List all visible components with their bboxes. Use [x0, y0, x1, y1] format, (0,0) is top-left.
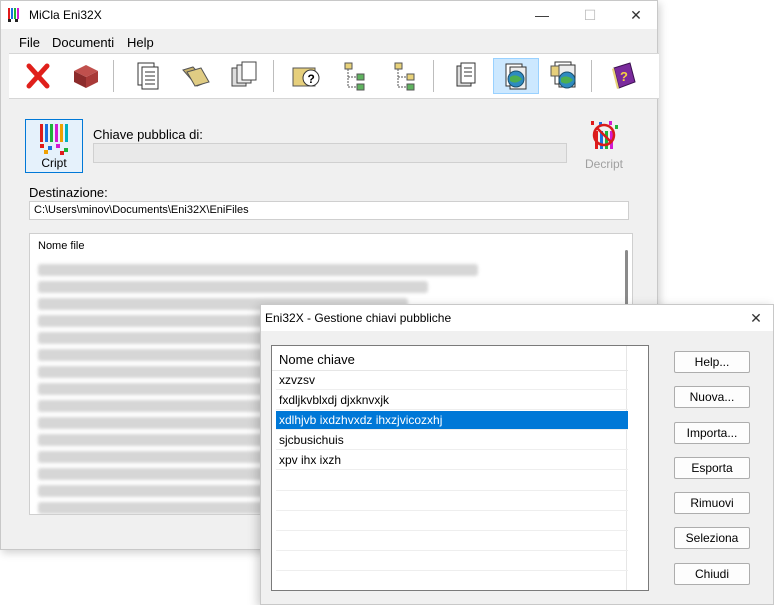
- tree-branch-icon[interactable]: [337, 58, 375, 94]
- help-folder-icon[interactable]: ?: [287, 58, 325, 94]
- file-row-blurred[interactable]: [38, 264, 478, 276]
- key-list-header[interactable]: Nome chiave: [272, 346, 628, 371]
- rimuovi-button[interactable]: Rimuovi: [674, 492, 750, 514]
- file-row-blurred[interactable]: [38, 417, 268, 429]
- title-bar[interactable]: MiCla Eni32X — ☐ ✕: [1, 1, 657, 29]
- svg-text:?: ?: [620, 69, 628, 84]
- file-row-blurred[interactable]: [38, 434, 268, 446]
- dialog-title: Eni32X - Gestione chiavi pubbliche: [265, 311, 452, 325]
- minimize-button[interactable]: —: [519, 1, 565, 29]
- file-row-blurred[interactable]: [38, 383, 268, 395]
- document-stack-icon[interactable]: [447, 58, 485, 94]
- key-list[interactable]: Nome chiave xzvzsv fxdljkvblxdj djxknvxj…: [271, 345, 649, 591]
- key-row-selected[interactable]: xdlhjvb ixdzhvxdz ihxzjvicozxhj: [276, 411, 628, 430]
- file-row-blurred[interactable]: [38, 468, 268, 480]
- empty-row-line: [276, 490, 628, 491]
- key-row[interactable]: sjcbusichuis: [276, 431, 628, 450]
- destinazione-field[interactable]: C:\Users\minov\Documents\Eni32X\EniFiles: [29, 201, 629, 220]
- file-row-blurred[interactable]: [38, 485, 268, 497]
- help-book-icon[interactable]: ?: [605, 58, 643, 94]
- menu-help[interactable]: Help: [127, 35, 154, 50]
- seleziona-button[interactable]: Seleziona: [674, 527, 750, 549]
- key-name: fxdljkvblxdj djxknvxjk: [279, 393, 390, 407]
- globe-documents-icon[interactable]: [545, 58, 583, 94]
- dialog-close-button[interactable]: ✕: [741, 305, 771, 331]
- menu-file[interactable]: File: [19, 35, 40, 50]
- destinazione-label: Destinazione:: [29, 185, 108, 200]
- empty-row-line: [276, 510, 628, 511]
- file-list-header: Nome file: [38, 240, 85, 252]
- esporta-button[interactable]: Esporta: [674, 457, 750, 479]
- key-list-header-label: Nome chiave: [279, 352, 355, 367]
- key-name: xdlhjvb ixdzhvxdz ihxzjvicozxhj: [279, 413, 443, 427]
- cript-label: Cript: [41, 156, 67, 170]
- decript-label: Decript: [584, 157, 623, 171]
- documents-list-icon[interactable]: [129, 58, 167, 94]
- package-icon[interactable]: [67, 58, 105, 94]
- key-row[interactable]: xzvzsv: [276, 371, 628, 390]
- key-name: xpv ihx ixzh: [279, 453, 342, 467]
- open-folder-icon[interactable]: [177, 58, 215, 94]
- menu-documenti[interactable]: Documenti: [52, 35, 114, 50]
- file-row-blurred[interactable]: [38, 315, 268, 327]
- gestione-chiavi-dialog: Eni32X - Gestione chiavi pubbliche ✕ Nom…: [260, 304, 774, 605]
- toolbar: ? ?: [9, 53, 659, 99]
- empty-row-line: [276, 550, 628, 551]
- cript-button[interactable]: Cript: [25, 119, 83, 173]
- file-row-blurred[interactable]: [38, 502, 268, 514]
- key-name: sjcbusichuis: [279, 433, 344, 447]
- file-row-blurred[interactable]: [38, 366, 268, 378]
- file-row-blurred[interactable]: [38, 281, 428, 293]
- menu-bar: File Documenti Help: [9, 31, 655, 53]
- chiave-pubblica-label: Chiave pubblica di:: [93, 127, 203, 142]
- dialog-title-bar[interactable]: Eni32X - Gestione chiavi pubbliche ✕: [261, 305, 773, 331]
- empty-row-line: [276, 530, 628, 531]
- file-row-blurred[interactable]: [38, 349, 268, 361]
- tree-branch-2-icon[interactable]: [387, 58, 425, 94]
- maximize-button[interactable]: ☐: [567, 1, 613, 29]
- delete-icon[interactable]: [19, 58, 57, 94]
- close-button[interactable]: ✕: [613, 1, 659, 29]
- decript-icon: [591, 121, 618, 149]
- copy-documents-icon[interactable]: [225, 58, 263, 94]
- globe-document-icon[interactable]: [493, 58, 539, 94]
- file-row-blurred[interactable]: [38, 451, 268, 463]
- decript-button[interactable]: Decript: [575, 119, 633, 173]
- app-icon: [8, 8, 19, 22]
- window-title: MiCla Eni32X: [29, 8, 102, 22]
- help-button[interactable]: Help...: [674, 351, 750, 373]
- importa-button[interactable]: Importa...: [674, 422, 750, 444]
- file-row-blurred[interactable]: [38, 400, 268, 412]
- file-row-blurred[interactable]: [38, 332, 268, 344]
- svg-text:?: ?: [308, 72, 315, 86]
- key-row[interactable]: xpv ihx ixzh: [276, 451, 628, 470]
- key-name: xzvzsv: [279, 373, 315, 387]
- key-row[interactable]: fxdljkvblxdj djxknvxjk: [276, 391, 628, 410]
- chiave-pubblica-field[interactable]: [93, 143, 567, 163]
- cript-icon: [40, 124, 68, 155]
- empty-row-line: [276, 570, 628, 571]
- nuova-button[interactable]: Nuova...: [674, 386, 750, 408]
- chiudi-button[interactable]: Chiudi: [674, 563, 750, 585]
